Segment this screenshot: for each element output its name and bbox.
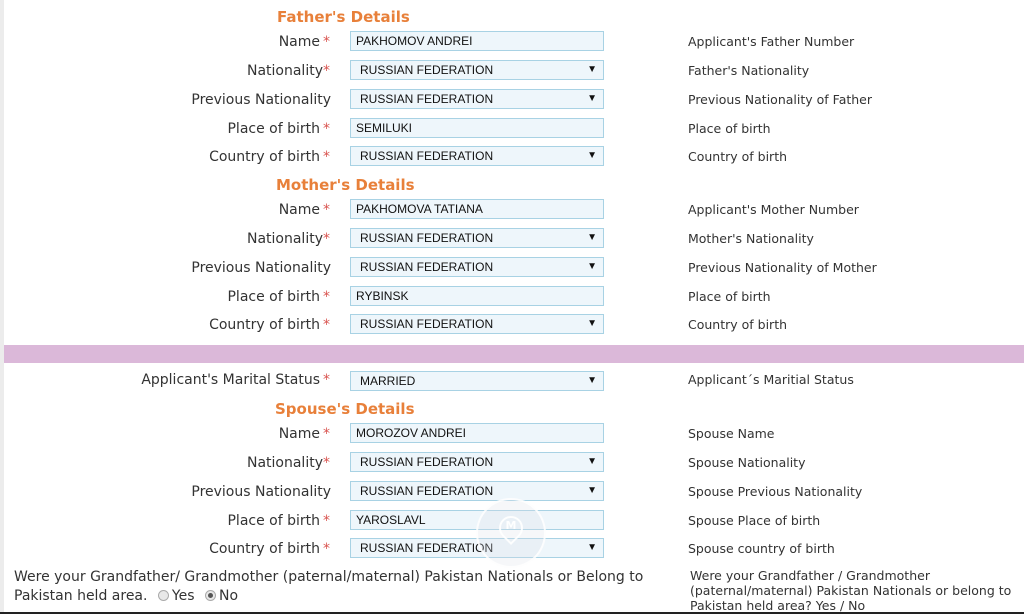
father-place-of-birth-input[interactable]: SEMILUKI: [350, 118, 604, 138]
chevron-down-icon: ▼: [587, 232, 597, 243]
grandparents-no-option[interactable]: No: [199, 588, 238, 604]
spouse-nationality-row: Nationality* RUSSIAN FEDERATION ▼ Spouse …: [0, 452, 1024, 474]
mother-nationality-label: Nationality*: [246, 231, 330, 247]
grandparents-question: Were your Grandfather/ Grandmother (pate…: [14, 568, 684, 606]
marital-status-hint: Applicant´s Maritial Status: [688, 372, 854, 387]
chevron-down-icon: ▼: [587, 485, 597, 496]
spouse-nationality-select[interactable]: RUSSIAN FEDERATION ▼: [350, 452, 604, 472]
father-name-row: Name * PAKHOMOV ANDREI Applicant's Father…: [0, 31, 1024, 53]
mother-place-of-birth-input[interactable]: RYBINSK: [350, 286, 604, 306]
mother-name-label: Name *: [278, 202, 330, 218]
mother-previous-nationality-hint: Previous Nationality of Mother: [688, 260, 877, 275]
spouse-place-of-birth-label: Place of birth *: [227, 513, 330, 529]
spouses-details-title: Spouse's Details: [275, 400, 415, 418]
father-previous-nationality-select[interactable]: RUSSIAN FEDERATION ▼: [350, 89, 604, 109]
chevron-down-icon: ▼: [587, 261, 597, 272]
grandparents-yes-option[interactable]: Yes: [152, 588, 195, 604]
mother-place-of-birth-label: Place of birth *: [227, 289, 330, 305]
spouse-name-label: Name *: [278, 426, 330, 442]
mother-name-hint: Applicant's Mother Number: [688, 202, 859, 217]
father-previous-nationality-hint: Previous Nationality of Father: [688, 92, 873, 107]
spouse-name-row: Name * MOROZOV ANDREI Spouse Name: [0, 423, 1024, 445]
mother-place-of-birth-row: Place of birth * RYBINSK Place of birth: [0, 286, 1024, 308]
grandparents-hint: Were your Grandfather / Grandmother (pat…: [690, 568, 1012, 613]
mother-country-of-birth-label: Country of birth *: [209, 317, 330, 333]
mothers-details-title: Mother's Details: [276, 176, 415, 194]
father-previous-nationality-label: Previous Nationality: [191, 92, 331, 108]
marital-status-row: Applicant's Marital Status * MARRIED ▼ App…: [0, 369, 1024, 391]
chevron-down-icon: ▼: [587, 375, 597, 386]
mother-name-input[interactable]: PAKHOMOVA TATIANA: [350, 199, 604, 219]
chevron-down-icon: ▼: [587, 456, 597, 467]
father-nationality-row: Nationality* RUSSIAN FEDERATION ▼ Father'…: [0, 60, 1024, 82]
mother-nationality-hint: Mother's Nationality: [688, 231, 814, 246]
father-nationality-label: Nationality*: [246, 63, 330, 79]
father-previous-nationality-row: Previous Nationality RUSSIAN FEDERATION ▼…: [0, 89, 1024, 111]
mother-country-of-birth-select[interactable]: RUSSIAN FEDERATION ▼: [350, 314, 604, 334]
father-place-of-birth-hint: Place of birth: [688, 121, 771, 136]
father-name-input[interactable]: PAKHOMOV ANDREI: [350, 31, 604, 51]
spouse-previous-nationality-label: Previous Nationality: [191, 484, 331, 500]
spouse-previous-nationality-select[interactable]: RUSSIAN FEDERATION ▼: [350, 481, 604, 501]
father-country-of-birth-label: Country of birth *: [209, 149, 330, 165]
spouse-country-of-birth-label: Country of birth *: [209, 541, 330, 557]
spouse-nationality-hint: Spouse Nationality: [688, 455, 806, 470]
mother-nationality-row: Nationality* RUSSIAN FEDERATION ▼ Mother'…: [0, 228, 1024, 250]
father-country-of-birth-select[interactable]: RUSSIAN FEDERATION ▼: [350, 146, 604, 166]
spouse-nationality-label: Nationality*: [246, 455, 330, 471]
mother-name-row: Name * PAKHOMOVA TATIANA Applicant's Moth…: [0, 199, 1024, 221]
spouse-name-hint: Spouse Name: [688, 426, 775, 441]
spouse-name-input[interactable]: MOROZOV ANDREI: [350, 423, 604, 443]
fathers-details-title: Father's Details: [277, 8, 410, 26]
father-country-of-birth-hint: Country of birth: [688, 149, 788, 164]
spouse-place-of-birth-hint: Spouse Place of birth: [688, 513, 821, 528]
chevron-down-icon: ▼: [587, 318, 597, 329]
mother-previous-nationality-label: Previous Nationality: [191, 260, 331, 276]
father-country-of-birth-row: Country of birth * RUSSIAN FEDERATION ▼ Co…: [0, 146, 1024, 168]
chevron-down-icon: ▼: [587, 64, 597, 75]
mother-nationality-select[interactable]: RUSSIAN FEDERATION ▼: [350, 228, 604, 248]
father-nationality-hint: Father's Nationality: [688, 63, 810, 78]
father-name-label: Name *: [278, 34, 330, 50]
grandparents-question-text: Were your Grandfather/ Grandmother (pate…: [14, 569, 644, 604]
watermark-location-pin-icon: M: [476, 498, 546, 568]
mother-place-of-birth-hint: Place of birth: [688, 289, 771, 304]
father-name-hint: Applicant's Father Number: [688, 34, 855, 49]
spouse-country-of-birth-hint: Spouse country of birth: [688, 541, 835, 556]
section-divider: [4, 345, 1024, 363]
chevron-down-icon: ▼: [587, 150, 597, 161]
chevron-down-icon: ▼: [587, 542, 597, 553]
radio-no[interactable]: [204, 590, 216, 601]
mother-previous-nationality-row: Previous Nationality RUSSIAN FEDERATION ▼…: [0, 257, 1024, 279]
father-place-of-birth-label: Place of birth *: [227, 121, 330, 137]
mother-country-of-birth-hint: Country of birth: [688, 317, 788, 332]
watermark-letter: M: [505, 519, 517, 532]
mother-previous-nationality-select[interactable]: RUSSIAN FEDERATION ▼: [350, 257, 604, 277]
spouse-previous-nationality-hint: Spouse Previous Nationality: [688, 484, 863, 499]
father-nationality-select[interactable]: RUSSIAN FEDERATION ▼: [350, 60, 604, 80]
mother-country-of-birth-row: Country of birth * RUSSIAN FEDERATION ▼ Co…: [0, 314, 1024, 336]
radio-yes[interactable]: [157, 590, 169, 601]
father-place-of-birth-row: Place of birth * SEMILUKI Place of birth: [0, 118, 1024, 140]
chevron-down-icon: ▼: [587, 93, 597, 104]
marital-status-label: Applicant's Marital Status *: [141, 372, 330, 388]
marital-status-select[interactable]: MARRIED ▼: [350, 371, 604, 391]
